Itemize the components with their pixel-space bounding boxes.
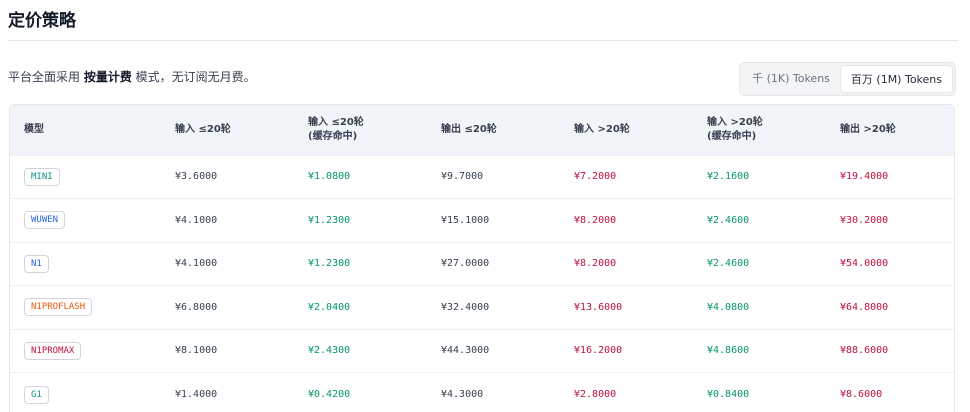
intro-prefix: 平台全面采用 — [8, 70, 84, 84]
model-tag: N1 — [24, 254, 49, 273]
table-row: N1 ¥4.1000 ¥1.2300 ¥27.0000 ¥8.2000 ¥2.4600 ¥5… — [10, 242, 954, 286]
table-row: N1PROMAX ¥8.1000 ¥2.4300 ¥44.3000 ¥16.2000 ¥4… — [10, 329, 954, 373]
price-cell: ¥44.3000 — [441, 345, 490, 357]
table-header-row: 模型 输入 ≤20轮 输入 ≤20轮 (缓存命中) 输出 ≤20轮 输入 >20轮 输入 >… — [10, 105, 954, 155]
price-cell: ¥4.1000 — [175, 214, 218, 226]
column-header: 输入 >20轮 — [574, 123, 630, 135]
title-divider — [8, 40, 958, 41]
column-header: 输入 ≤20轮 (缓存命中) — [308, 116, 364, 142]
price-cell: ¥2.8000 — [574, 389, 617, 400]
model-cell: G1 — [10, 373, 161, 412]
page-title: 定价策略 — [8, 11, 76, 31]
price-cell: ¥2.4600 — [707, 258, 750, 270]
model-tag: N1PROFLASH — [24, 298, 93, 317]
column-header: 模型 — [24, 123, 44, 135]
price-cell: ¥8.2000 — [574, 214, 617, 226]
price-cell: ¥3.6000 — [175, 171, 218, 183]
price-cell: ¥1.2300 — [308, 258, 351, 270]
intro-bold: 按量计费 — [83, 70, 132, 84]
price-cell: ¥0.8400 — [707, 389, 750, 400]
price-cell: ¥6.8000 — [175, 301, 218, 313]
price-cell: ¥30.2000 — [840, 214, 889, 226]
price-cell: ¥9.7000 — [441, 171, 484, 183]
table-row: N1PROFLASH ¥6.8000 ¥2.0400 ¥32.4000 ¥13.6000… — [10, 285, 954, 330]
price-cell: ¥16.2000 — [574, 345, 623, 357]
price-cell: ¥2.4300 — [308, 345, 351, 357]
model-cell: N1PROFLASH — [10, 286, 161, 330]
model-tag: WUWEN — [24, 211, 66, 230]
price-cell: ¥7.2000 — [574, 171, 617, 183]
column-header: 输出 ≤20轮 — [441, 123, 497, 135]
price-cell: ¥1.0800 — [308, 171, 351, 183]
price-cell: ¥4.1000 — [175, 258, 218, 270]
column-header: 输出 >20轮 — [840, 123, 896, 135]
price-cell: ¥0.4200 — [308, 389, 351, 400]
price-cell: ¥1.2300 — [308, 214, 351, 226]
model-tag: MINI — [24, 167, 60, 186]
price-cell: ¥4.3000 — [441, 389, 484, 400]
price-cell: ¥1.4000 — [175, 389, 218, 400]
price-cell: ¥4.0800 — [707, 301, 750, 313]
unit-toggle: 千 (1K) Tokens 百万 (1M) Tokens — [739, 62, 956, 96]
price-cell: ¥15.1000 — [441, 214, 490, 226]
model-tag: N1PROMAX — [24, 341, 82, 360]
price-cell: ¥13.6000 — [574, 301, 623, 313]
price-cell: ¥27.0000 — [441, 258, 490, 270]
price-cell: ¥19.4000 — [840, 171, 889, 183]
column-header: 输入 ≤20轮 — [175, 123, 231, 135]
price-cell: ¥8.2000 — [574, 258, 617, 270]
table-row: WUWEN ¥4.1000 ¥1.2300 ¥15.1000 ¥8.2000 ¥2.460… — [10, 198, 954, 243]
price-cell: ¥88.6000 — [840, 345, 889, 357]
price-cell: ¥2.1600 — [707, 171, 750, 183]
price-cell: ¥64.8000 — [840, 301, 889, 313]
column-header: 输入 >20轮 (缓存命中) — [707, 116, 763, 142]
model-tag: G1 — [24, 385, 49, 404]
table-row: MINI ¥3.6000 ¥1.0800 ¥9.7000 ¥7.2000 ¥2.1600 ¥… — [10, 155, 954, 199]
intro-suffix: 模式，无订阅无月费。 — [131, 70, 256, 84]
pricing-intro: 平台全面采用 按量计费 模式，无订阅无月费。 — [8, 68, 256, 85]
pricing-table: 模型 输入 ≤20轮 输入 ≤20轮 (缓存命中) 输出 ≤20轮 输入 >20轮 输入 >… — [9, 104, 955, 412]
price-cell: ¥32.4000 — [441, 301, 490, 313]
unit-option-1k[interactable]: 千 (1K) Tokens — [742, 65, 840, 93]
price-cell: ¥54.0000 — [840, 258, 889, 270]
price-cell: ¥8.6000 — [840, 389, 883, 400]
price-cell: ¥2.4600 — [707, 214, 750, 226]
model-cell: WUWEN — [10, 199, 161, 243]
model-cell: N1 — [10, 242, 161, 286]
price-cell: ¥8.1000 — [175, 345, 218, 357]
model-cell: N1PROMAX — [10, 329, 161, 373]
price-cell: ¥2.0400 — [308, 301, 351, 313]
price-cell: ¥4.8600 — [707, 345, 750, 357]
model-cell: MINI — [10, 155, 161, 199]
table-row: G1 ¥1.4000 ¥0.4200 ¥4.3000 ¥2.8000 ¥0.8400 ¥8.… — [10, 372, 954, 412]
unit-option-1m[interactable]: 百万 (1M) Tokens — [839, 65, 953, 93]
